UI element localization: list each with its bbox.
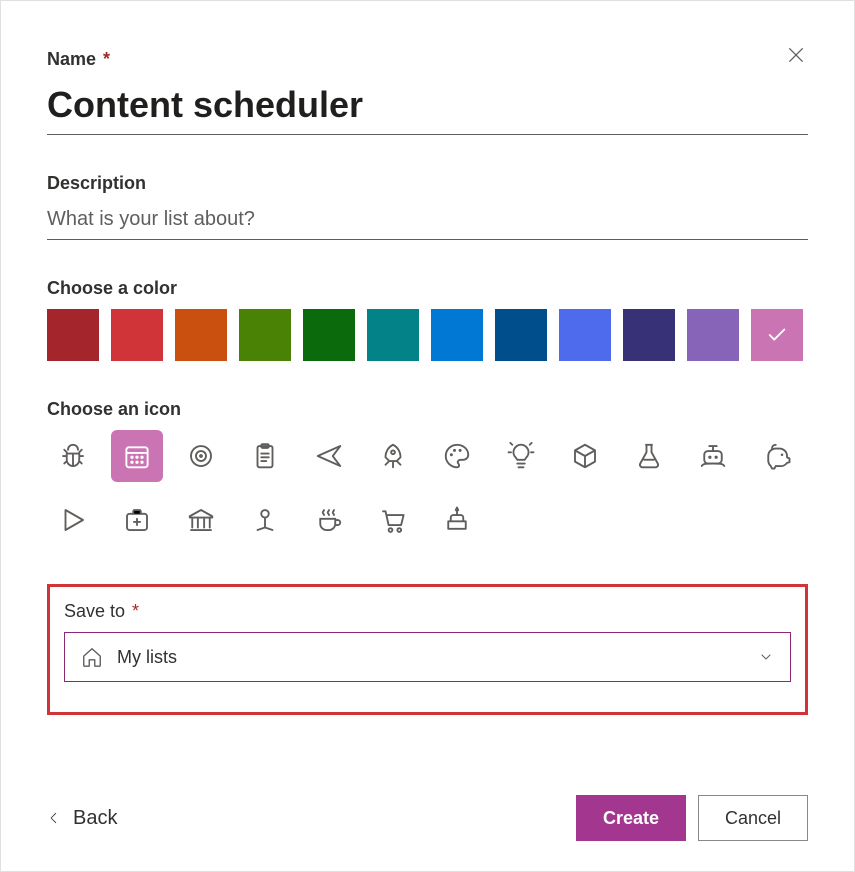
icon-option-bank[interactable] xyxy=(175,494,227,546)
save-to-dropdown[interactable]: My lists xyxy=(64,632,791,682)
icon-option-robot[interactable] xyxy=(687,430,739,482)
robot-icon xyxy=(698,441,728,471)
cube-icon xyxy=(570,441,600,471)
icon-option-calendar[interactable] xyxy=(111,430,163,482)
icon-option-clipboard[interactable] xyxy=(239,430,291,482)
close-button[interactable] xyxy=(784,43,808,67)
piggybank-icon xyxy=(762,441,792,471)
icon-option-rocket[interactable] xyxy=(367,430,419,482)
icon-option-piggybank[interactable] xyxy=(751,430,803,482)
color-dark-blue[interactable] xyxy=(495,309,547,361)
save-to-label: Save to * xyxy=(64,601,791,622)
chevron-left-icon xyxy=(47,807,61,829)
bug-icon xyxy=(58,441,88,471)
save-to-value: My lists xyxy=(117,647,177,668)
color-navy[interactable] xyxy=(623,309,675,361)
color-red[interactable] xyxy=(111,309,163,361)
cancel-button[interactable]: Cancel xyxy=(698,795,808,841)
icon-option-cake[interactable] xyxy=(431,494,483,546)
back-label: Back xyxy=(73,807,117,830)
color-pink[interactable] xyxy=(751,309,803,361)
clipboard-icon xyxy=(250,441,280,471)
choose-icon-label: Choose an icon xyxy=(47,399,808,420)
color-indigo[interactable] xyxy=(559,309,611,361)
description-input[interactable] xyxy=(47,204,808,240)
color-teal[interactable] xyxy=(367,309,419,361)
name-label: Name * xyxy=(47,49,808,70)
color-purple[interactable] xyxy=(687,309,739,361)
icon-option-bug[interactable] xyxy=(47,430,99,482)
lightbulb-icon xyxy=(506,441,536,471)
icon-option-airplane[interactable] xyxy=(303,430,355,482)
close-icon xyxy=(786,45,806,65)
rocket-icon xyxy=(378,441,408,471)
back-button[interactable]: Back xyxy=(47,807,117,830)
cake-icon xyxy=(442,505,472,535)
beaker-icon xyxy=(634,441,664,471)
play-icon xyxy=(58,505,88,535)
calendar-icon xyxy=(122,441,152,471)
color-dark-green[interactable] xyxy=(303,309,355,361)
coffee-icon xyxy=(314,505,344,535)
icon-option-cart[interactable] xyxy=(367,494,419,546)
icon-option-coffee[interactable] xyxy=(303,494,355,546)
icon-option-beaker[interactable] xyxy=(623,430,675,482)
icon-option-firstaid[interactable] xyxy=(111,494,163,546)
icon-option-lightbulb[interactable] xyxy=(495,430,547,482)
target-icon xyxy=(186,441,216,471)
description-label: Description xyxy=(47,173,808,194)
icon-option-mappin[interactable] xyxy=(239,494,291,546)
color-green[interactable] xyxy=(239,309,291,361)
icon-option-target[interactable] xyxy=(175,430,227,482)
palette-icon xyxy=(442,441,472,471)
chevron-down-icon xyxy=(758,649,774,665)
firstaid-icon xyxy=(122,505,152,535)
icon-option-palette[interactable] xyxy=(431,430,483,482)
name-input[interactable] xyxy=(47,80,808,135)
create-list-dialog: Name * Description Choose a color Choose… xyxy=(1,1,854,871)
cart-icon xyxy=(378,505,408,535)
color-dark-red[interactable] xyxy=(47,309,99,361)
check-icon xyxy=(766,324,788,346)
bank-icon xyxy=(186,505,216,535)
choose-color-label: Choose a color xyxy=(47,278,808,299)
airplane-icon xyxy=(314,441,344,471)
icon-option-play[interactable] xyxy=(47,494,99,546)
color-blue[interactable] xyxy=(431,309,483,361)
home-icon xyxy=(81,646,103,668)
mappin-icon xyxy=(250,505,280,535)
save-to-section: Save to * My lists xyxy=(47,584,808,715)
create-button[interactable]: Create xyxy=(576,795,686,841)
icon-option-cube[interactable] xyxy=(559,430,611,482)
color-orange[interactable] xyxy=(175,309,227,361)
